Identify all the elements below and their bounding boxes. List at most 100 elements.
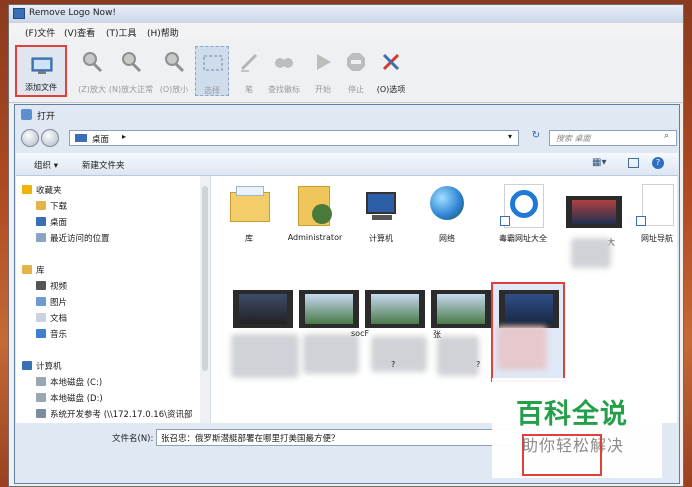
options-button[interactable]: (O)选项 <box>374 46 408 96</box>
nav-downloads-label: 下载 <box>50 202 68 212</box>
file-item-administrator[interactable]: Administrator <box>283 182 347 242</box>
nav-videos-label: 视频 <box>50 282 68 292</box>
nav-libraries-label: 库 <box>36 266 45 276</box>
nav-item-drive-c[interactable]: 本地磁盘 (C:) <box>36 376 102 388</box>
pen-icon <box>240 53 258 72</box>
blurred-label <box>497 326 547 370</box>
forward-button[interactable] <box>41 129 59 147</box>
zoom-in-button[interactable]: (Z)放大 <box>75 46 109 96</box>
library-folder-icon <box>226 182 272 228</box>
address-bar[interactable]: 桌面 ▸ ▾ <box>69 130 519 146</box>
nav-network-share-label: 系统开发参考 (\\172.17.0.16\资讯部 <box>50 410 193 420</box>
filename-label: 文件名(N): <box>112 434 154 444</box>
library-icon <box>22 265 32 274</box>
zoom-normal-button[interactable]: (N)放大正常 <box>109 46 153 96</box>
dialog-title: 打开 <box>37 112 56 122</box>
file-item-library[interactable]: 库 <box>217 182 281 244</box>
file-item-duba-links[interactable]: 毒霸网址大全 <box>491 182 555 244</box>
video-file-2[interactable] <box>299 290 359 328</box>
video-thumbnail-icon <box>566 182 622 228</box>
video-icon <box>36 281 46 290</box>
open-button[interactable] <box>522 434 602 476</box>
menu-help[interactable]: (H)帮助 <box>147 26 179 39</box>
zoom-out-icon <box>165 52 185 73</box>
add-file-button[interactable]: 添加文件 <box>15 45 67 97</box>
video-file-4[interactable] <box>431 290 491 328</box>
partial-label: 张 <box>433 330 441 339</box>
nav-favorites-label: 收藏夹 <box>36 186 62 196</box>
chevron-down-icon[interactable]: ▾ <box>508 132 512 141</box>
address-row: 桌面 ▸ ▾ ↻ 搜索 桌面 ⌕ <box>19 127 677 151</box>
nav-computer[interactable]: 计算机 <box>22 360 62 372</box>
nav-computer-label: 计算机 <box>36 362 62 372</box>
zoom-in-icon <box>83 52 103 73</box>
menu-file[interactable]: (F)文件 <box>25 26 55 39</box>
file-label: 网络 <box>439 234 455 243</box>
nav-libraries[interactable]: 库 <box>22 264 45 276</box>
nav-item-downloads[interactable]: 下载 <box>36 200 67 212</box>
address-text: 桌面 <box>92 135 110 145</box>
blurred-label <box>231 334 299 378</box>
nav-drive-c-label: 本地磁盘 (C:) <box>50 378 103 388</box>
nav-scrollbar-thumb[interactable] <box>202 186 208 371</box>
nav-favorites[interactable]: 收藏夹 <box>22 184 62 196</box>
partial-label: ? <box>391 360 396 369</box>
recent-places-icon <box>36 233 46 242</box>
file-item-web-nav[interactable]: 网址导航 <box>625 182 689 244</box>
file-item-video-1[interactable]: 大 <box>557 182 622 247</box>
partial-label: socF <box>351 329 370 338</box>
menu-view[interactable]: (V)查看 <box>64 26 95 39</box>
desktop-icon <box>36 217 46 226</box>
zoom-out-button[interactable]: (O)放小 <box>157 46 191 96</box>
nav-documents-label: 文档 <box>50 314 68 324</box>
nav-item-documents[interactable]: 文档 <box>36 312 67 324</box>
command-bar: 组织 ▾ 新建文件夹 ▦▾ ? <box>16 153 678 176</box>
pictures-icon <box>36 297 46 306</box>
file-label: 毒霸网址大全 <box>499 234 547 243</box>
star-icon <box>22 185 32 194</box>
user-folder-icon <box>292 182 338 228</box>
zoom-normal-icon <box>122 52 142 73</box>
add-file-label: 添加文件 <box>25 83 57 92</box>
blurred-label <box>571 238 611 268</box>
nav-item-music[interactable]: 音乐 <box>36 328 67 340</box>
refresh-icon[interactable]: ↻ <box>527 130 545 146</box>
search-placeholder: 搜索 桌面 <box>556 134 591 143</box>
options-icon <box>382 53 400 71</box>
nav-item-network-share[interactable]: 系统开发参考 (\\172.17.0.16\资讯部 <box>36 408 196 420</box>
nav-item-desktop[interactable]: 桌面 <box>36 216 67 228</box>
network-drive-icon <box>36 409 46 418</box>
find-logo-button[interactable]: 查找徽标 <box>267 46 301 96</box>
new-folder-button[interactable]: 新建文件夹 <box>82 159 125 171</box>
nav-item-recent[interactable]: 最近访问的位置 <box>36 232 110 244</box>
computer-icon <box>358 182 404 228</box>
view-options-icon[interactable]: ▦▾ <box>592 157 606 168</box>
nav-item-pictures[interactable]: 图片 <box>36 296 67 308</box>
back-button[interactable] <box>21 129 39 147</box>
search-input[interactable]: 搜索 桌面 ⌕ <box>549 130 677 146</box>
stop-icon <box>347 53 365 71</box>
find-logo-icon <box>275 58 293 68</box>
computer-icon <box>22 361 32 370</box>
nav-music-label: 音乐 <box>50 330 68 340</box>
nav-drive-d-label: 本地磁盘 (D:) <box>50 394 103 404</box>
downloads-folder-icon <box>36 201 46 210</box>
file-label: Administrator <box>287 233 343 242</box>
video-file-1[interactable] <box>233 290 293 328</box>
ie-shortcut-icon <box>500 182 546 228</box>
help-icon[interactable]: ? <box>652 157 664 169</box>
nav-item-videos[interactable]: 视频 <box>36 280 67 292</box>
preview-pane-icon[interactable] <box>628 158 639 168</box>
drive-icon <box>36 393 46 402</box>
navigation-pane: 收藏夹 下载 桌面 最近访问的位置 库 视频 图片 文档 音乐 计算机 本地磁盘… <box>16 176 211 423</box>
file-item-network[interactable]: 网络 <box>415 182 479 244</box>
add-file-icon <box>31 57 53 74</box>
file-label: 计算机 <box>369 234 393 243</box>
organize-button[interactable]: 组织 ▾ <box>34 159 58 171</box>
menu-tools[interactable]: (T)工具 <box>106 26 137 39</box>
file-item-computer[interactable]: 计算机 <box>349 182 413 244</box>
nav-item-drive-d[interactable]: 本地磁盘 (D:) <box>36 392 103 404</box>
blank-document-icon <box>634 182 680 228</box>
filename-input[interactable]: 张召忠：俄罗斯潜艇部署在哪里打美国最方便？ <box>156 429 516 446</box>
video-file-3[interactable] <box>365 290 425 328</box>
